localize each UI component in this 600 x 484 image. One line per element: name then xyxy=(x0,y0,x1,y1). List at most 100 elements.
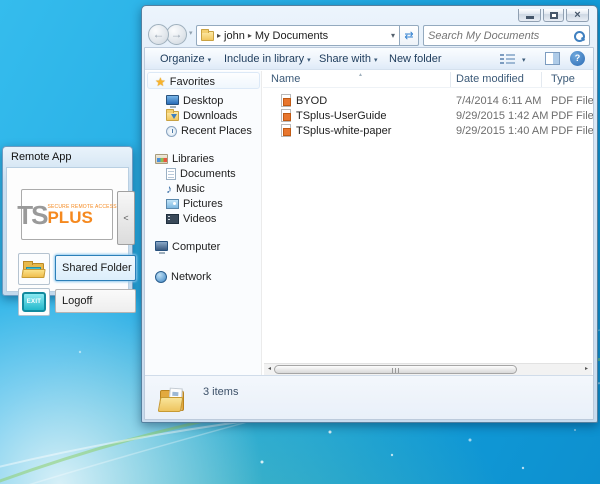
sidebar-item-favorites[interactable]: ★ Favorites xyxy=(145,74,262,90)
file-date-modified: 9/29/2015 1:42 AM xyxy=(456,110,548,122)
file-name: TSplus-white-paper xyxy=(296,125,391,137)
change-view-button[interactable] xyxy=(500,53,515,65)
shared-folder-icon-button[interactable] xyxy=(18,253,50,285)
explorer-main: ★ Favorites Desktop Downloads Recent Pla… xyxy=(145,71,593,375)
sidebar-item-computer[interactable]: Computer xyxy=(145,239,262,255)
pdf-file-icon xyxy=(281,94,291,107)
horizontal-scrollbar[interactable]: ◂ ▸ xyxy=(264,363,592,375)
libraries-icon xyxy=(155,154,168,164)
sidebar-item-downloads[interactable]: Downloads xyxy=(145,108,262,124)
window-controls: × xyxy=(518,9,589,22)
remote-app-body: TS SECURE REMOTE ACCESS PLUS < Shared Fo… xyxy=(6,167,129,292)
change-view-dropdown[interactable]: ▾ xyxy=(519,48,526,70)
column-header-row: ▲ Name Date modified Type xyxy=(263,71,593,88)
help-button[interactable]: ? xyxy=(570,51,585,66)
navigation-pane: ★ Favorites Desktop Downloads Recent Pla… xyxy=(145,71,262,375)
logoff-button[interactable]: Logoff xyxy=(55,289,136,313)
sidebar-item-desktop[interactable]: Desktop xyxy=(145,93,262,109)
item-count: 3 items xyxy=(203,386,238,398)
videos-icon xyxy=(166,214,179,224)
star-icon: ★ xyxy=(155,76,166,88)
command-toolbar: Organize▾ Include in library▾ Share with… xyxy=(145,48,593,70)
logoff-icon-button[interactable]: EXIT xyxy=(18,288,50,316)
scrollbar-thumb[interactable] xyxy=(274,365,517,374)
file-row[interactable]: TSplus-white-paper 9/29/2015 1:40 AM PDF… xyxy=(263,123,589,138)
folder-front xyxy=(21,269,45,278)
include-in-library-label: Include in library xyxy=(224,53,304,65)
tsplus-logo: TS SECURE REMOTE ACCESS PLUS xyxy=(21,189,113,240)
new-folder-button[interactable]: New folder xyxy=(389,48,442,70)
chevron-down-icon: ▾ xyxy=(307,57,311,64)
back-icon: ← xyxy=(153,27,165,41)
close-button[interactable]: × xyxy=(566,9,589,22)
exit-icon: EXIT xyxy=(22,292,46,312)
file-type: PDF File xyxy=(551,95,594,107)
preview-pane-button[interactable] xyxy=(545,52,560,65)
new-folder-label: New folder xyxy=(389,53,442,65)
breadcrumb-separator-icon[interactable]: ▸ xyxy=(217,31,221,40)
address-bar[interactable]: ▸ john ▸ My Documents ▾ xyxy=(196,25,400,46)
minimize-icon xyxy=(526,16,534,19)
column-header-type[interactable]: Type xyxy=(551,71,575,88)
sidebar-item-label: Favorites xyxy=(170,76,215,88)
address-dropdown-icon[interactable]: ▾ xyxy=(391,31,395,40)
collapse-icon: < xyxy=(123,213,128,223)
sidebar-item-libraries[interactable]: Libraries xyxy=(145,151,262,167)
sidebar-item-label: Network xyxy=(171,271,211,283)
sidebar-item-recent-places[interactable]: Recent Places xyxy=(145,123,262,139)
collapse-panel-button[interactable]: < xyxy=(117,191,135,245)
column-separator[interactable] xyxy=(450,72,451,87)
shared-folder-label: Shared Folder xyxy=(62,262,132,274)
file-date-modified: 7/4/2014 6:11 AM xyxy=(456,95,541,107)
search-input[interactable] xyxy=(428,30,573,42)
downloads-icon xyxy=(166,111,179,121)
sidebar-item-label: Computer xyxy=(172,241,220,253)
minimize-button[interactable] xyxy=(518,9,541,22)
pictures-icon xyxy=(166,199,179,209)
breadcrumb-separator-icon[interactable]: ▸ xyxy=(248,31,252,40)
sidebar-item-music[interactable]: ♪ Music xyxy=(145,181,262,197)
sidebar-item-label: Videos xyxy=(183,213,216,225)
sort-ascending-icon: ▲ xyxy=(358,72,363,78)
tsplus-logo-plus: PLUS xyxy=(47,210,116,225)
breadcrumb-john[interactable]: john xyxy=(224,30,245,42)
file-row[interactable]: BYOD 7/4/2014 6:11 AM PDF File xyxy=(263,93,589,108)
organize-menu[interactable]: Organize▾ xyxy=(160,48,211,70)
remote-app-titlebar[interactable] xyxy=(3,147,132,166)
shared-folder-button[interactable]: Shared Folder xyxy=(55,255,136,281)
chevron-down-icon: ▾ xyxy=(208,57,212,64)
share-with-menu[interactable]: Share with▾ xyxy=(319,48,378,70)
search-icon[interactable] xyxy=(573,30,585,42)
desktop-icon xyxy=(166,95,179,105)
sidebar-item-videos[interactable]: Videos xyxy=(145,211,262,227)
file-type: PDF File xyxy=(551,110,594,122)
maximize-button[interactable] xyxy=(543,9,564,22)
recent-places-icon xyxy=(166,126,177,137)
chevron-down-icon: ▾ xyxy=(189,30,193,37)
column-header-date-modified[interactable]: Date modified xyxy=(456,71,524,88)
file-row[interactable]: TSplus-UserGuide 9/29/2015 1:42 AM PDF F… xyxy=(263,108,589,123)
sidebar-item-label: Documents xyxy=(180,168,236,180)
share-with-label: Share with xyxy=(319,53,371,65)
folder-preview-icon xyxy=(159,382,191,414)
breadcrumb-my-documents[interactable]: My Documents xyxy=(255,30,328,42)
column-header-name[interactable]: Name xyxy=(271,71,300,88)
computer-icon xyxy=(155,241,168,251)
forward-icon: → xyxy=(171,27,183,41)
column-separator[interactable] xyxy=(541,72,542,87)
sidebar-item-documents[interactable]: Documents xyxy=(145,166,262,182)
refresh-button[interactable]: ⇄ xyxy=(400,25,419,46)
sidebar-item-label: Recent Places xyxy=(181,125,252,137)
scroll-right-icon[interactable]: ▸ xyxy=(581,364,592,375)
sidebar-item-pictures[interactable]: Pictures xyxy=(145,196,262,212)
include-in-library-menu[interactable]: Include in library▾ xyxy=(224,48,311,70)
file-date-modified: 9/29/2015 1:40 AM xyxy=(456,125,548,137)
forward-button[interactable]: → xyxy=(166,24,187,45)
close-icon: × xyxy=(574,10,580,20)
explorer-window: × ← → ▾ ▸ john ▸ My Documents ▾ ⇄ Organi… xyxy=(141,5,598,423)
sidebar-item-label: Downloads xyxy=(183,110,237,122)
sidebar-item-network[interactable]: Network xyxy=(145,269,262,285)
pdf-file-icon xyxy=(281,109,291,122)
back-button[interactable]: ← xyxy=(148,24,169,45)
recent-pages-dropdown[interactable]: ▾ xyxy=(189,29,193,37)
